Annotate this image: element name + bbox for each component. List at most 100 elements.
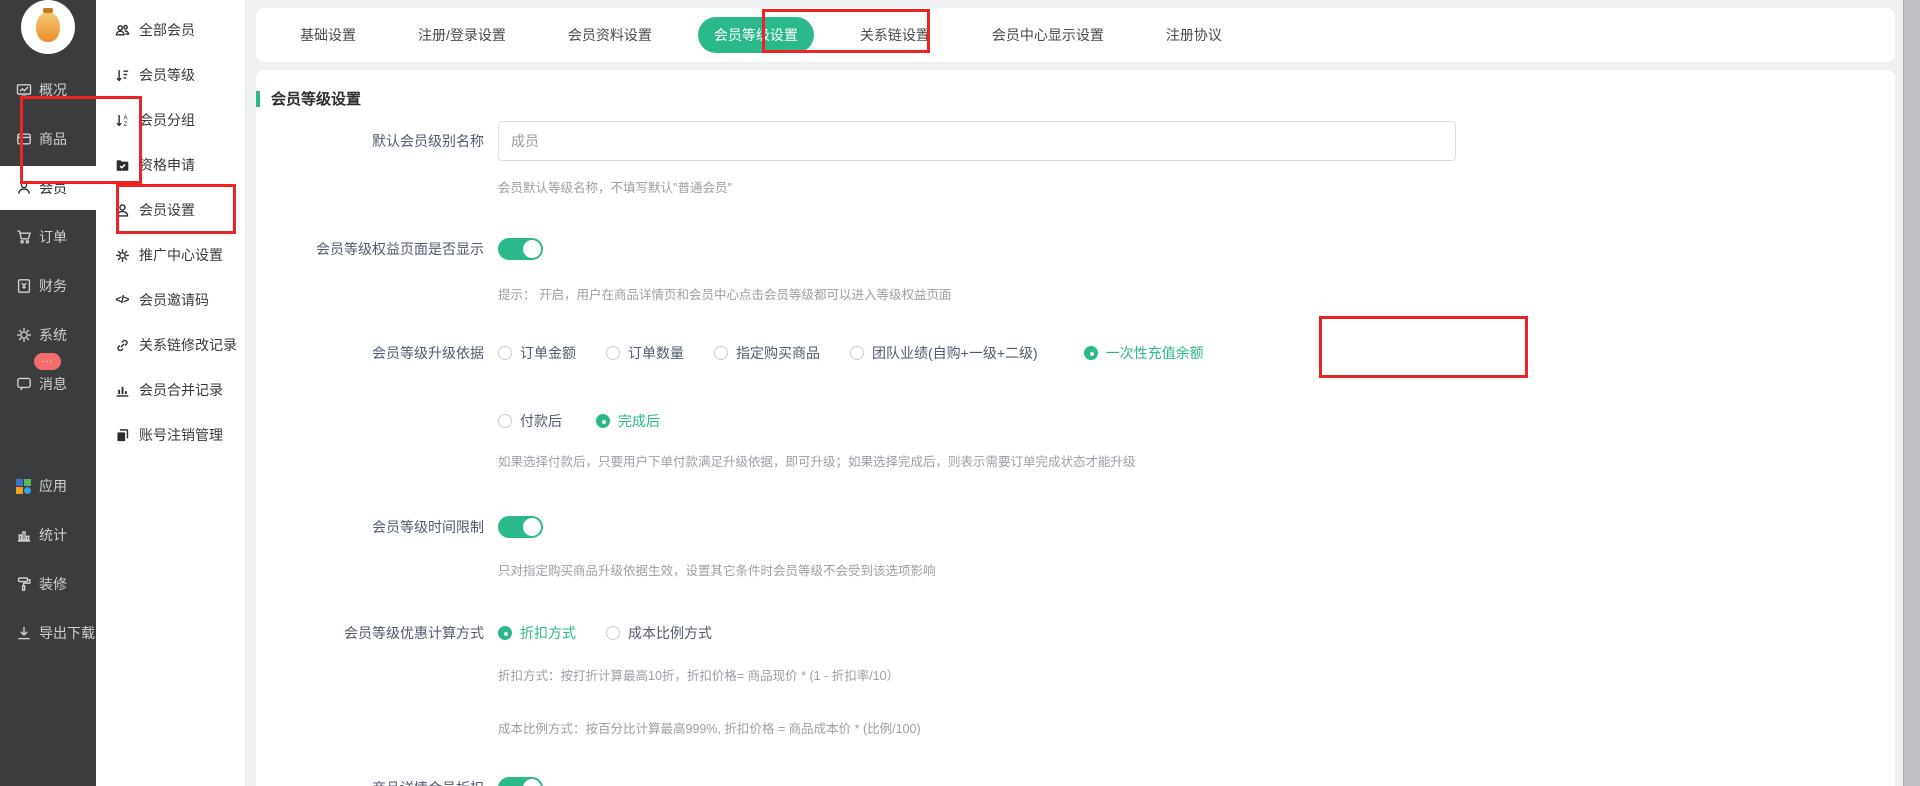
- time-limit-toggle[interactable]: [498, 516, 543, 538]
- sidebar-item-message[interactable]: 消息 ...: [0, 362, 96, 406]
- merge-record-icon: [114, 382, 130, 398]
- sidebar-item-label: 系统: [39, 325, 67, 345]
- tab-basic-settings[interactable]: 基础设置: [284, 17, 372, 53]
- tab-register-login-settings[interactable]: 注册/登录设置: [402, 17, 522, 53]
- sidebar-item-system[interactable]: 系统: [0, 313, 96, 357]
- primary-sidebar: 概况 商品 会员 订单 财务 系统 消息 ...: [0, 0, 96, 786]
- default-level-name-input[interactable]: [498, 121, 1456, 161]
- subnav-all-members[interactable]: 全部会员: [114, 15, 245, 45]
- apps-icon: [15, 478, 32, 495]
- subnav-promotion-settings[interactable]: 推广中心设置: [114, 240, 245, 270]
- svg-text:Z: Z: [123, 121, 127, 128]
- subnav-account-cancellation[interactable]: 账号注销管理: [114, 420, 245, 450]
- tab-member-level-settings[interactable]: 会员等级设置: [698, 17, 814, 53]
- radio-label: 付款后: [520, 411, 562, 431]
- avatar[interactable]: [21, 0, 75, 54]
- sort-group-icon: AZ: [114, 112, 130, 128]
- sidebar-item-label: 装修: [39, 574, 67, 594]
- tab-member-profile-settings[interactable]: 会员资料设置: [552, 17, 668, 53]
- member-level-settings-panel: 会员等级设置 默认会员级别名称 会员默认等级名称，不填写默认"普通会员" 会员等…: [256, 70, 1895, 786]
- sidebar-item-label: 概况: [39, 80, 67, 100]
- subnav-relation-records[interactable]: 关系链修改记录: [114, 330, 245, 360]
- sidebar-item-apps[interactable]: 应用: [0, 464, 96, 508]
- sidebar-item-overview[interactable]: 概况: [0, 68, 96, 112]
- radio-label: 订单金额: [520, 343, 576, 363]
- main-area: 基础设置 注册/登录设置 会员资料设置 会员等级设置 关系链设置 会员中心显示设…: [246, 0, 1903, 786]
- sidebar-item-decorate[interactable]: 装修: [0, 562, 96, 606]
- radio-after-payment[interactable]: 付款后: [498, 411, 562, 431]
- radio-circle: [714, 346, 728, 360]
- decorate-icon: [15, 576, 32, 593]
- sidebar-item-label: 订单: [39, 227, 67, 247]
- sidebar-item-label: 统计: [39, 525, 67, 545]
- account-cancel-icon: [114, 427, 130, 443]
- radio-label: 一次性充值余额: [1106, 343, 1204, 363]
- toggle-knob: [523, 779, 541, 786]
- radio-circle: [498, 346, 512, 360]
- radio-label: 成本比例方式: [628, 623, 712, 643]
- sidebar-item-label: 导出下载: [39, 623, 95, 643]
- subnav-label: 全部会员: [139, 20, 195, 40]
- secondary-sidebar: 全部会员 会员等级 AZ 会员分组 资格申请 会员设置 推广中心设置 </> 会…: [96, 0, 246, 786]
- promotion-gear-icon: [114, 247, 130, 263]
- toggle-knob: [523, 240, 541, 258]
- subnav-member-settings[interactable]: 会员设置: [114, 195, 245, 225]
- section-title: 会员等级设置: [256, 88, 1895, 109]
- upgrade-timing-hint: 如果选择付款后，只要用户下单付款满足升级依据，即可升级；如果选择完成后，则表示需…: [498, 451, 1136, 470]
- goods-icon: [15, 131, 32, 148]
- radio-circle: [498, 414, 512, 428]
- subnav-member-group[interactable]: AZ 会员分组: [114, 105, 245, 135]
- sidebar-item-export[interactable]: 导出下载: [0, 611, 96, 655]
- default-level-name-label: 默认会员级别名称: [256, 131, 498, 151]
- subnav-label: 关系链修改记录: [139, 335, 237, 355]
- radio-cost-ratio-mode[interactable]: 成本比例方式: [606, 623, 712, 643]
- sidebar-item-finance[interactable]: 财务: [0, 264, 96, 308]
- relation-link-icon: [114, 337, 130, 353]
- radio-one-time-recharge[interactable]: 一次性充值余额: [1084, 343, 1204, 363]
- toggle-knob: [523, 518, 541, 536]
- subnav-merge-records[interactable]: 会员合并记录: [114, 375, 245, 405]
- radio-discount-mode[interactable]: 折扣方式: [498, 623, 576, 643]
- sidebar-item-label: 应用: [39, 476, 67, 496]
- order-icon: [15, 229, 32, 246]
- subnav-invite-code[interactable]: </> 会员邀请码: [114, 285, 245, 315]
- finance-icon: [15, 278, 32, 295]
- subnav-label: 资格申请: [139, 155, 195, 175]
- radio-circle: [606, 346, 620, 360]
- radio-specified-goods[interactable]: 指定购买商品: [714, 343, 820, 363]
- member-icon: [15, 180, 32, 197]
- sidebar-item-member[interactable]: 会员: [0, 166, 96, 210]
- radio-order-quantity[interactable]: 订单数量: [606, 343, 684, 363]
- sort-level-icon: [114, 67, 130, 83]
- subnav-label: 会员分组: [139, 110, 195, 130]
- radio-label: 订单数量: [628, 343, 684, 363]
- radio-order-amount[interactable]: 订单金额: [498, 343, 576, 363]
- message-icon: [15, 376, 32, 393]
- vertical-scrollbar[interactable]: [1903, 0, 1920, 786]
- radio-circle: [1084, 346, 1098, 360]
- sidebar-item-stats[interactable]: 统计: [0, 513, 96, 557]
- cost-ratio-hint: 成本比例方式：按百分比计算最高999%, 折扣价格 = 商品成本价 * (比例/…: [498, 718, 921, 737]
- detail-discount-label: 商品详情会员折扣: [256, 778, 498, 786]
- detail-discount-toggle[interactable]: [498, 777, 543, 786]
- subnav-label: 会员邀请码: [139, 290, 209, 310]
- tab-register-agreement[interactable]: 注册协议: [1150, 17, 1238, 53]
- radio-after-completion[interactable]: 完成后: [596, 411, 660, 431]
- logo-lantern: [36, 12, 60, 42]
- subnav-qualification[interactable]: 资格申请: [114, 150, 245, 180]
- discount-mode-label: 会员等级优惠计算方式: [256, 623, 498, 643]
- rights-page-visible-toggle[interactable]: [498, 238, 543, 260]
- tab-member-center-display-settings[interactable]: 会员中心显示设置: [976, 17, 1120, 53]
- sidebar-item-label: 消息: [39, 374, 67, 394]
- sidebar-item-label: 会员: [39, 178, 67, 198]
- sidebar-item-label: 财务: [39, 276, 67, 296]
- tab-relation-chain-settings[interactable]: 关系链设置: [844, 17, 946, 53]
- subnav-member-level[interactable]: 会员等级: [114, 60, 245, 90]
- radio-team-performance[interactable]: 团队业绩(自购+一级+二级): [850, 343, 1038, 363]
- discount-mode-hint: 折扣方式：按打折计算最高10折，折扣价格= 商品现价 * (1 - 折扣率/10…: [498, 665, 899, 684]
- subnav-label: 推广中心设置: [139, 245, 223, 265]
- sidebar-item-order[interactable]: 订单: [0, 215, 96, 259]
- sidebar-item-goods[interactable]: 商品: [0, 117, 96, 161]
- radio-label: 完成后: [618, 411, 660, 431]
- radio-label: 团队业绩(自购+一级+二级): [872, 343, 1038, 363]
